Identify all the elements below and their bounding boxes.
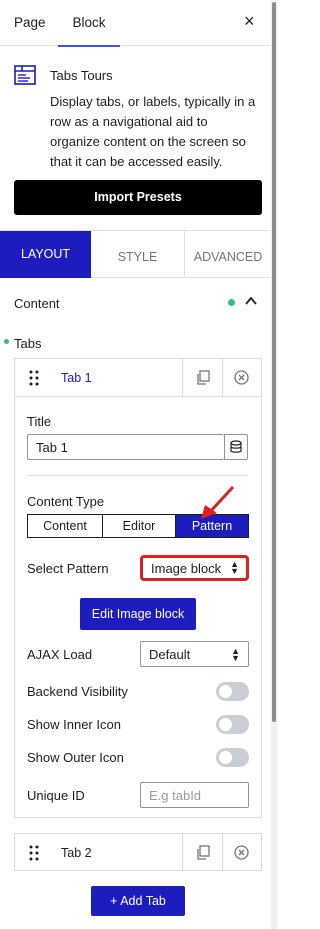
show-outer-icon-toggle[interactable]: [216, 748, 249, 767]
ajax-load-label: AJAX Load: [27, 647, 93, 662]
block-title: Tabs Tours: [50, 68, 113, 83]
remove-circle-icon[interactable]: [234, 370, 249, 385]
settings-tabs: LAYOUT STYLE ADVANCED: [0, 230, 271, 278]
backend-visibility-toggle[interactable]: [216, 682, 249, 701]
ajax-load-value: Default: [149, 647, 191, 662]
database-icon: [230, 440, 242, 453]
block-description: Display tabs, or labels, typically in a …: [50, 94, 256, 169]
unique-id-input[interactable]: [140, 782, 249, 808]
scrollbar[interactable]: [271, 0, 277, 929]
unique-id-label: Unique ID: [27, 788, 85, 803]
tab-block[interactable]: Block: [58, 0, 120, 47]
divider: [222, 834, 223, 871]
select-pattern-label: Select Pattern: [27, 561, 109, 576]
content-type-content[interactable]: Content: [28, 515, 103, 537]
select-pattern-dropdown[interactable]: Image block ▲ ▼: [140, 555, 249, 581]
backend-visibility-label: Backend Visibility: [27, 684, 128, 699]
tabs-block-icon: [14, 65, 36, 85]
tab-layout[interactable]: LAYOUT: [0, 231, 91, 278]
tab-item-title[interactable]: Tab 2: [61, 846, 92, 860]
drag-handle-icon[interactable]: [29, 844, 39, 862]
tab-style[interactable]: STYLE: [91, 231, 185, 278]
tabs-section-label: Tabs: [14, 336, 42, 351]
tab-item-1: Tab 1 Title Tab 1 Content Type Content E…: [14, 358, 262, 818]
select-pattern-value: Image block: [151, 561, 222, 576]
tab-item-2[interactable]: Tab 2: [14, 833, 262, 871]
show-inner-icon-toggle[interactable]: [216, 715, 249, 734]
content-panel-title[interactable]: Content: [14, 296, 60, 311]
duplicate-icon[interactable]: [196, 370, 210, 385]
remove-circle-icon[interactable]: [234, 845, 249, 860]
close-icon[interactable]: ×: [244, 12, 255, 30]
scrollbar-thumb[interactable]: [272, 2, 276, 722]
toggle-knob: [219, 685, 232, 698]
active-tab-indicator: [58, 45, 120, 47]
ajax-load-select[interactable]: Default ▲ ▼: [140, 641, 249, 667]
tab-item-title[interactable]: Tab 1: [61, 371, 92, 385]
title-label: Title: [27, 414, 52, 429]
divider: [222, 359, 223, 396]
status-dot: [228, 299, 235, 306]
tab-advanced[interactable]: ADVANCED: [185, 231, 271, 278]
tabs-status-dot: [4, 339, 9, 344]
tab-block-label: Block: [72, 15, 106, 30]
add-tab-button[interactable]: + Add Tab: [91, 886, 185, 916]
content-type-label: Content Type: [27, 494, 105, 509]
divider: [27, 475, 248, 476]
import-presets-button[interactable]: Import Presets: [14, 180, 262, 215]
toggle-knob: [219, 718, 232, 731]
updown-caret-icon: ▲ ▼: [231, 646, 240, 663]
show-outer-icon-label: Show Outer Icon: [27, 750, 124, 765]
duplicate-icon[interactable]: [196, 845, 210, 860]
content-type-editor[interactable]: Editor: [103, 515, 176, 537]
chevron-up-icon[interactable]: [244, 294, 258, 308]
divider: [182, 359, 183, 396]
title-input[interactable]: Tab 1: [27, 434, 224, 460]
updown-caret-icon: ▲ ▼: [230, 559, 239, 576]
edit-pattern-button[interactable]: Edit Image block: [80, 598, 196, 630]
sidebar-tabs: Page Block ×: [0, 0, 271, 47]
annotation-arrow-icon: [201, 485, 235, 519]
toggle-knob: [219, 751, 232, 764]
tab-page[interactable]: Page: [14, 15, 46, 30]
tab-item-header[interactable]: Tab 1: [15, 359, 261, 397]
drag-handle-icon[interactable]: [29, 369, 39, 387]
divider: [182, 834, 183, 871]
show-inner-icon-label: Show Inner Icon: [27, 717, 121, 732]
dynamic-data-button[interactable]: [224, 434, 248, 460]
